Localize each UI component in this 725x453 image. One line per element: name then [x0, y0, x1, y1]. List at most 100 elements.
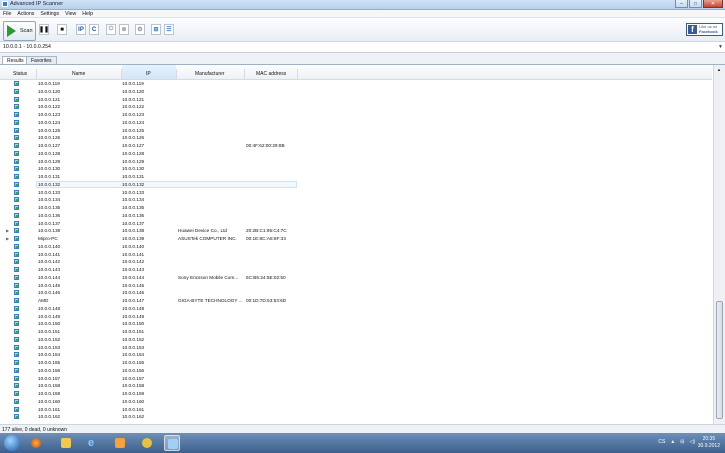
- maximize-button[interactable]: □: [689, 0, 702, 8]
- table-row[interactable]: 10.0.0.160 10.0.0.160: [0, 398, 712, 406]
- table-row[interactable]: 10.0.0.145 10.0.0.145: [0, 282, 712, 290]
- taskbar-paint[interactable]: [139, 435, 155, 451]
- menu-actions[interactable]: Actions: [17, 10, 34, 17]
- table-row[interactable]: 10.0.0.135 10.0.0.135: [0, 204, 712, 212]
- table-row[interactable]: 10.0.0.137 10.0.0.137: [0, 220, 712, 228]
- col-mac[interactable]: MAC address: [256, 71, 286, 77]
- table-row[interactable]: 10.0.0.131 10.0.0.131: [0, 173, 712, 181]
- expand-icon[interactable]: ▶: [6, 228, 9, 233]
- scroll-up-icon[interactable]: ▲: [717, 67, 721, 72]
- start-button[interactable]: [4, 435, 20, 451]
- table-row[interactable]: 10.0.0.148 10.0.0.148: [0, 305, 712, 313]
- power-icon[interactable]: ⏻: [106, 24, 116, 35]
- table-row[interactable]: 10.0.0.143 10.0.0.143: [0, 266, 712, 274]
- cell-ip: 10.0.0.151: [122, 329, 145, 334]
- volume-icon[interactable]: ◁): [689, 439, 695, 445]
- table-row[interactable]: 10.0.0.128 10.0.0.128: [0, 150, 712, 158]
- cell-manufacturer: ASUSTek COMPUTER INC.: [178, 236, 237, 241]
- table-row[interactable]: 10.0.0.133 10.0.0.133: [0, 189, 712, 197]
- cell-ip: 10.0.0.157: [122, 375, 145, 381]
- menu-file[interactable]: File: [3, 10, 11, 17]
- computer-status-icon: [14, 274, 19, 280]
- language-indicator[interactable]: CS: [658, 439, 665, 445]
- minimize-button[interactable]: –: [675, 0, 688, 8]
- vertical-scrollbar[interactable]: ▲: [713, 65, 725, 424]
- table-row[interactable]: 10.0.0.151 10.0.0.151: [0, 328, 712, 336]
- computer-status-icon: [14, 305, 19, 311]
- table-row[interactable]: 10.0.0.146 10.0.0.146: [0, 289, 712, 297]
- table-row[interactable]: ▶ Mipro-PC 10.0.0.139 ASUSTek COMPUTER INC.…: [0, 235, 712, 243]
- table-row[interactable]: 10.0.0.150 10.0.0.150: [0, 320, 712, 328]
- taskbar-ie[interactable]: e: [85, 435, 101, 451]
- table-row[interactable]: ▶ 10.0.0.138 10.0.0.138 Huawei Device Co., …: [0, 227, 712, 235]
- close-button[interactable]: ✕: [703, 0, 723, 8]
- table-row[interactable]: 10.0.0.153 10.0.0.153: [0, 344, 712, 352]
- table-row[interactable]: 10.0.0.126 10.0.0.126: [0, 134, 712, 142]
- ie-icon: e: [88, 437, 95, 449]
- taskbar-explorer[interactable]: [58, 435, 74, 451]
- facebook-button[interactable]: f Like us on Facebook: [686, 23, 723, 36]
- col-name[interactable]: Name: [72, 71, 85, 77]
- table-row[interactable]: 10.0.0.134 10.0.0.134: [0, 196, 712, 204]
- table-row[interactable]: 10.0.0.120 10.0.0.120: [0, 88, 712, 96]
- table-row[interactable]: 10.0.0.132 10.0.0.132: [0, 180, 712, 189]
- network-tray-icon[interactable]: ⊟: [680, 439, 684, 445]
- taskbar-media[interactable]: [112, 435, 128, 451]
- ip-button[interactable]: IP: [76, 24, 86, 35]
- table-row[interactable]: 10.0.0.162 10.0.0.162: [0, 413, 712, 421]
- table-row[interactable]: 10.0.0.157 10.0.0.157: [0, 375, 712, 383]
- stop-button[interactable]: ■: [57, 24, 67, 35]
- tools-icon[interactable]: ⚙: [135, 24, 145, 35]
- menu-settings[interactable]: Settings: [40, 10, 59, 17]
- scan-button[interactable]: Scan: [3, 21, 36, 41]
- column-header: Status Name IP Manufacturer MAC address: [0, 65, 712, 80]
- table-row[interactable]: 10.0.0.122 10.0.0.122: [0, 103, 712, 111]
- list-icon[interactable]: ☰: [164, 24, 174, 35]
- table-row[interactable]: 10.0.0.159 10.0.0.159: [0, 390, 712, 398]
- table-row[interactable]: AMD 10.0.0.147 GIGA-BYTE TECHNOLOGY ... 00:…: [0, 297, 712, 305]
- table-row[interactable]: 10.0.0.129 10.0.0.129: [0, 158, 712, 166]
- computer-status-icon: [14, 336, 19, 342]
- clock[interactable]: 20:35 30.9.2012: [698, 436, 720, 450]
- scrollbar-thumb[interactable]: [716, 301, 723, 419]
- table-row[interactable]: 10.0.0.152 10.0.0.152: [0, 336, 712, 344]
- computer-status-icon: [14, 181, 19, 187]
- tray-arrow-icon[interactable]: ▲: [670, 439, 675, 445]
- taskbar-ipscanner[interactable]: [164, 435, 180, 451]
- table-row[interactable]: 10.0.0.149 10.0.0.149: [0, 313, 712, 321]
- table-row[interactable]: 10.0.0.130 10.0.0.130: [0, 165, 712, 173]
- table-row[interactable]: 10.0.0.127 10.0.0.127 00:4F:62:00:29:8B: [0, 142, 712, 150]
- table-row[interactable]: 10.0.0.119 10.0.0.119: [0, 80, 712, 88]
- col-manufacturer[interactable]: Manufacturer: [195, 71, 224, 77]
- table-row[interactable]: 10.0.0.142 10.0.0.142: [0, 258, 712, 266]
- ip-range-field[interactable]: 10.0.0.1 - 10.0.0.254 ▼: [0, 42, 725, 53]
- table-row[interactable]: 10.0.0.124 10.0.0.124: [0, 119, 712, 127]
- table-row[interactable]: 10.0.0.121 10.0.0.121: [0, 96, 712, 104]
- table-row[interactable]: 10.0.0.141 10.0.0.141: [0, 251, 712, 259]
- menu-help[interactable]: Help: [82, 10, 93, 17]
- menu-view[interactable]: View: [65, 10, 76, 17]
- col-status[interactable]: Status: [13, 71, 27, 77]
- network-icon[interactable]: ⊞: [151, 24, 161, 35]
- chevron-down-icon[interactable]: ▼: [718, 44, 723, 50]
- table-row[interactable]: 10.0.0.123 10.0.0.123: [0, 111, 712, 119]
- col-ip[interactable]: IP: [146, 71, 151, 77]
- table-row[interactable]: 10.0.0.158 10.0.0.158: [0, 382, 712, 390]
- expand-icon[interactable]: ▶: [6, 236, 9, 241]
- facebook-icon: f: [688, 25, 697, 34]
- c-button[interactable]: C: [89, 24, 99, 35]
- table-row[interactable]: 10.0.0.136 10.0.0.136: [0, 212, 712, 220]
- cell-ip: 10.0.0.159: [122, 391, 145, 396]
- table-row[interactable]: 10.0.0.144 10.0.0.144 Sony Ericsson Mobile…: [0, 274, 712, 282]
- computer-status-icon: [14, 205, 19, 210]
- cell-ip: 10.0.0.119: [122, 81, 144, 86]
- table-row[interactable]: 10.0.0.125 10.0.0.125: [0, 127, 712, 135]
- table-row[interactable]: 10.0.0.154 10.0.0.154: [0, 351, 712, 359]
- pause-button[interactable]: ❚❚: [39, 24, 49, 35]
- shutdown-icon[interactable]: ⊗: [119, 24, 129, 35]
- taskbar-firefox[interactable]: [28, 435, 44, 451]
- table-row[interactable]: 10.0.0.161 10.0.0.161: [0, 406, 712, 414]
- table-row[interactable]: 10.0.0.140 10.0.0.140: [0, 243, 712, 251]
- table-row[interactable]: 10.0.0.155 10.0.0.155: [0, 359, 712, 367]
- table-row[interactable]: 10.0.0.156 10.0.0.156: [0, 367, 712, 375]
